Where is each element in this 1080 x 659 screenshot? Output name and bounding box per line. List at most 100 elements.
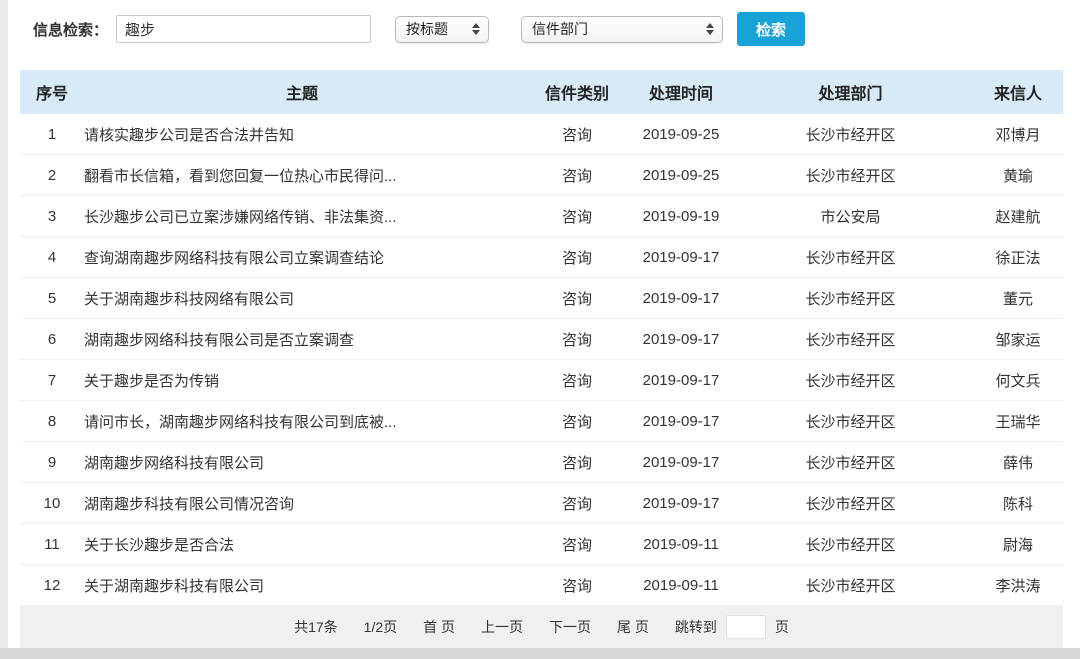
row-subject-link[interactable]: 请问市长，湖南趣步网络科技有限公司到底被...: [84, 411, 520, 432]
row-date: 2019-09-17: [642, 412, 720, 430]
row-dept: 长沙市经开区: [805, 126, 896, 144]
header-no: 序号: [35, 86, 68, 103]
row-number: 3: [47, 207, 57, 225]
row-dept: 长沙市经开区: [805, 372, 896, 390]
header-category: 信件类别: [544, 86, 609, 103]
row-number: 2: [47, 166, 57, 184]
jump-label: 跳转到: [674, 619, 717, 635]
row-subject-link[interactable]: 关于湖南趣步科技有限公司: [84, 575, 520, 596]
row-number: 8: [47, 412, 57, 430]
table-row: 6 湖南趣步网络科技有限公司是否立案调查 咨询 2019-09-17 长沙市经开…: [20, 319, 1063, 360]
select-stepper-icon: [706, 23, 715, 35]
table-row: 7 关于趣步是否为传销 咨询 2019-09-17 长沙市经开区 何文兵: [20, 360, 1063, 401]
table-row: 3 长沙趣步公司已立案涉嫌网络传销、非法集资... 咨询 2019-09-19 …: [20, 196, 1063, 237]
row-subject-link[interactable]: 关于长沙趣步是否合法: [84, 534, 520, 555]
row-sender: 黄瑜: [1002, 167, 1033, 185]
search-bar: 信息检索： 按标题 信件部门 检索: [33, 8, 806, 50]
page-indicator: 1/2页: [363, 619, 398, 635]
row-category: 咨询: [561, 372, 592, 390]
row-number: 5: [47, 289, 57, 307]
search-button[interactable]: 检索: [737, 12, 806, 46]
row-date: 2019-09-17: [642, 494, 720, 512]
row-date: 2019-09-17: [642, 289, 720, 307]
row-sender: 何文兵: [995, 372, 1041, 390]
header-date: 处理时间: [648, 86, 713, 103]
row-sender: 李洪涛: [995, 577, 1041, 595]
row-date: 2019-09-25: [642, 125, 720, 143]
row-number: 9: [47, 453, 57, 471]
row-category: 咨询: [561, 454, 592, 472]
row-sender: 陈科: [1002, 495, 1033, 513]
page-suffix: 页: [774, 619, 789, 635]
row-dept: 市公安局: [820, 208, 881, 226]
search-field-select[interactable]: 按标题: [395, 15, 490, 43]
row-date: 2019-09-17: [642, 330, 720, 348]
row-category: 咨询: [561, 331, 592, 349]
row-category: 咨询: [561, 167, 592, 185]
row-dept: 长沙市经开区: [805, 331, 896, 349]
row-subject-link[interactable]: 请核实趣步公司是否合法并告知: [84, 124, 520, 145]
department-select[interactable]: 信件部门: [521, 15, 724, 43]
header-subject: 主题: [285, 86, 318, 103]
letters-table: 序号 主题 信件类别 处理时间 处理部门 来信人 1 请核实趣步公司是否合法并告…: [20, 70, 1063, 648]
row-sender: 王瑞华: [995, 413, 1041, 431]
row-number: 10: [43, 494, 61, 512]
table-row: 8 请问市长，湖南趣步网络科技有限公司到底被... 咨询 2019-09-17 …: [20, 401, 1063, 442]
row-subject-link[interactable]: 翻看市长信箱，看到您回复一位热心市民得问...: [84, 165, 520, 186]
search-input[interactable]: [116, 15, 372, 43]
next-page-link[interactable]: 下一页: [549, 617, 591, 637]
page-left-margin: [0, 0, 8, 659]
search-field-select-value: 按标题: [406, 21, 449, 37]
row-date: 2019-09-17: [642, 371, 720, 389]
row-number: 7: [47, 371, 57, 389]
row-sender: 邓博月: [995, 126, 1041, 144]
table-body: 1 请核实趣步公司是否合法并告知 咨询 2019-09-25 长沙市经开区 邓博…: [20, 114, 1063, 606]
row-date: 2019-09-11: [643, 535, 719, 553]
table-header-row: 序号 主题 信件类别 处理时间 处理部门 来信人: [20, 70, 1063, 114]
row-category: 咨询: [561, 126, 592, 144]
header-dept: 处理部门: [818, 86, 883, 103]
row-dept: 长沙市经开区: [805, 290, 896, 308]
jump-group: 跳转到 页: [675, 615, 789, 639]
row-dept: 长沙市经开区: [805, 536, 896, 554]
row-subject-link[interactable]: 长沙趣步公司已立案涉嫌网络传销、非法集资...: [84, 206, 520, 227]
row-number: 6: [47, 330, 57, 348]
table-row: 5 关于湖南趣步科技网络有限公司 咨询 2019-09-17 长沙市经开区 董元: [20, 278, 1063, 319]
row-sender: 薛伟: [1002, 454, 1033, 472]
first-page-link[interactable]: 首 页: [423, 617, 455, 637]
table-row: 2 翻看市长信箱，看到您回复一位热心市民得问... 咨询 2019-09-25 …: [20, 155, 1063, 196]
row-subject-link[interactable]: 查询湖南趣步网络科技有限公司立案调查结论: [84, 247, 520, 268]
department-select-value: 信件部门: [532, 21, 589, 37]
row-subject-link[interactable]: 湖南趣步网络科技有限公司是否立案调查: [84, 329, 520, 350]
row-sender: 董元: [1002, 290, 1033, 308]
page-bottom-margin: [0, 648, 1080, 659]
row-dept: 长沙市经开区: [805, 167, 896, 185]
pagination-bar: 共17条 1/2页 首 页 上一页 下一页 尾 页 跳转到 页: [20, 606, 1063, 648]
table-row: 11 关于长沙趣步是否合法 咨询 2019-09-11 长沙市经开区 尉海: [20, 524, 1063, 565]
row-dept: 长沙市经开区: [805, 577, 896, 595]
header-sender: 来信人: [993, 86, 1042, 103]
row-sender: 徐正法: [995, 249, 1041, 267]
row-subject-link[interactable]: 关于趣步是否为传销: [84, 370, 520, 391]
total-count: 共17条: [294, 619, 338, 635]
row-category: 咨询: [561, 413, 592, 431]
row-subject-link[interactable]: 湖南趣步网络科技有限公司: [84, 452, 520, 473]
row-subject-link[interactable]: 湖南趣步科技有限公司情况咨询: [84, 493, 520, 514]
jump-page-input[interactable]: [725, 615, 766, 639]
row-date: 2019-09-17: [642, 248, 720, 266]
row-dept: 长沙市经开区: [805, 495, 896, 513]
search-label: 信息检索：: [33, 21, 109, 39]
table-row: 10 湖南趣步科技有限公司情况咨询 咨询 2019-09-17 长沙市经开区 陈…: [20, 483, 1063, 524]
row-category: 咨询: [561, 290, 592, 308]
row-category: 咨询: [561, 536, 592, 554]
row-dept: 长沙市经开区: [805, 413, 896, 431]
last-page-link[interactable]: 尾 页: [617, 617, 649, 637]
row-category: 咨询: [561, 249, 592, 267]
row-dept: 长沙市经开区: [805, 454, 896, 472]
prev-page-link[interactable]: 上一页: [481, 617, 523, 637]
row-date: 2019-09-25: [642, 166, 720, 184]
row-dept: 长沙市经开区: [805, 249, 896, 267]
table-row: 4 查询湖南趣步网络科技有限公司立案调查结论 咨询 2019-09-17 长沙市…: [20, 237, 1063, 278]
row-number: 12: [43, 576, 61, 594]
row-subject-link[interactable]: 关于湖南趣步科技网络有限公司: [84, 288, 520, 309]
